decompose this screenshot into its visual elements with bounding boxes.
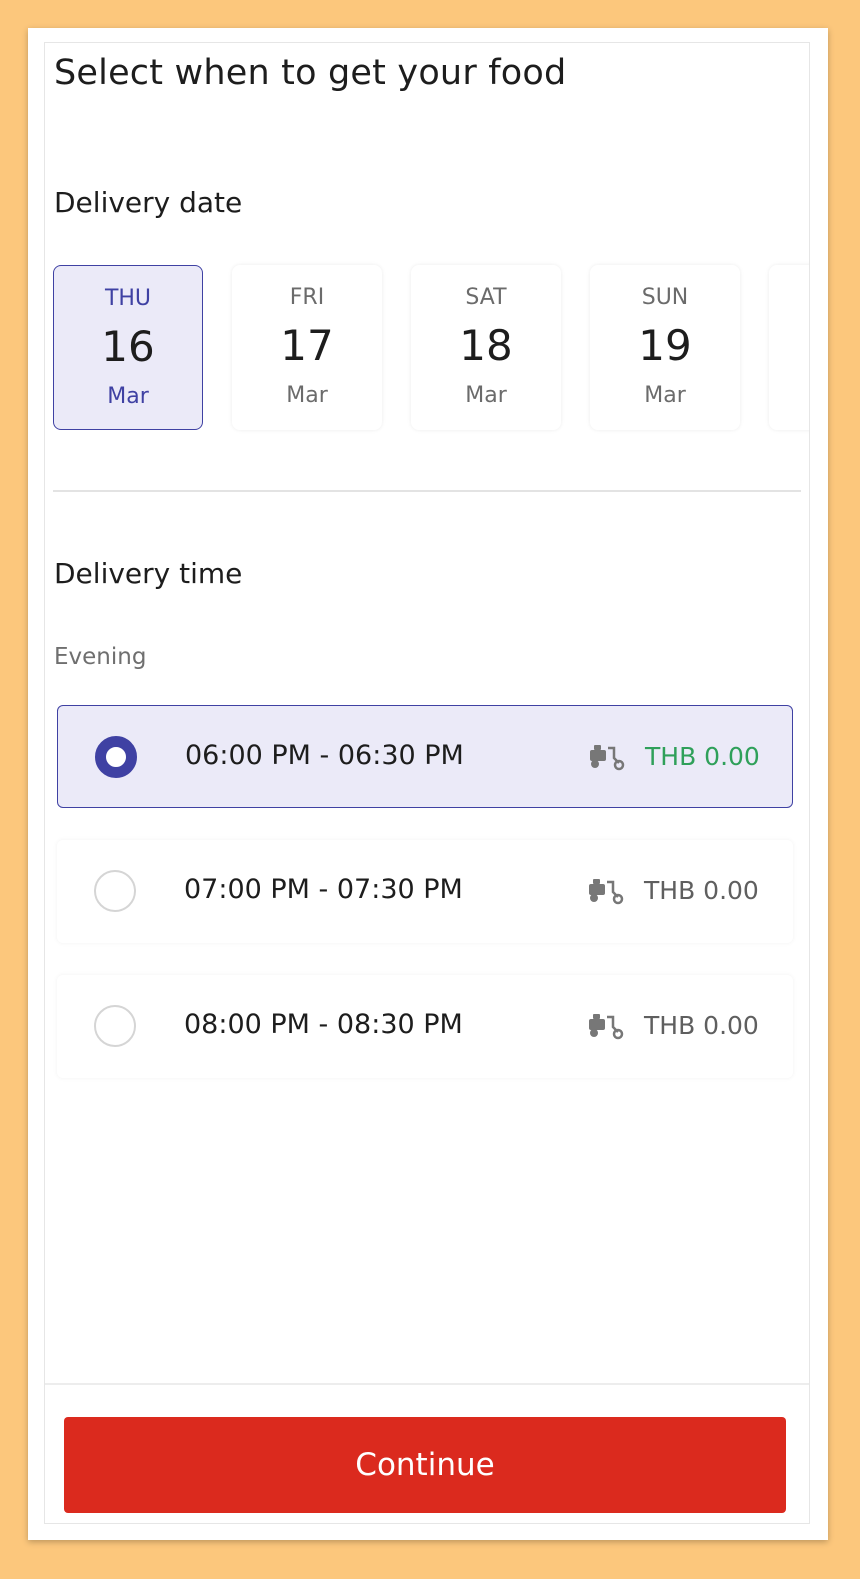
delivery-scheduler-screen: Select when to get your food Delivery da…: [44, 42, 810, 1524]
date-day: 19: [638, 321, 692, 370]
section-divider: [53, 490, 801, 492]
footer-divider: [45, 1383, 809, 1385]
slot-delivery-fee: THB 0.00: [645, 742, 760, 771]
date-picker-row: THU 16 Mar FRI 17 Mar SAT 18 Mar SUN 19 …: [53, 265, 809, 433]
date-weekday: SUN: [641, 285, 689, 310]
date-month: Mar: [465, 383, 507, 408]
moped-icon: [589, 1014, 624, 1040]
slot-time: 07:00 PM - 07:30 PM: [184, 874, 463, 905]
date-month: Mar: [644, 383, 686, 408]
slot-delivery-fee: THB 0.00: [644, 876, 759, 905]
date-month: Mar: [286, 383, 328, 408]
time-slot-0700pm[interactable]: 07:00 PM - 07:30 PM THB 0.00: [57, 840, 793, 943]
date-card-sat-18[interactable]: SAT 18 Mar: [411, 265, 561, 430]
slot-time: 08:00 PM - 08:30 PM: [184, 1009, 463, 1040]
date-day: 17: [280, 321, 334, 370]
date-weekday: SAT: [465, 285, 507, 310]
moped-icon: [589, 879, 624, 905]
time-period-label: Evening: [54, 644, 147, 670]
delivery-date-label: Delivery date: [54, 186, 243, 219]
date-card-sun-19[interactable]: SUN 19 Mar: [590, 265, 740, 430]
radio-button-selected[interactable]: [95, 736, 137, 778]
page-title: Select when to get your food: [54, 53, 567, 93]
delivery-time-label: Delivery time: [54, 557, 243, 590]
time-slot-0800pm[interactable]: 08:00 PM - 08:30 PM THB 0.00: [57, 975, 793, 1078]
slot-delivery-fee: THB 0.00: [644, 1011, 759, 1040]
date-card-fri-17[interactable]: FRI 17 Mar: [232, 265, 382, 430]
date-weekday: THU: [104, 286, 152, 311]
date-card-thu-16[interactable]: THU 16 Mar: [53, 265, 203, 430]
date-month: Mar: [107, 384, 149, 409]
date-card-next-partial[interactable]: [769, 265, 809, 430]
moped-icon: [590, 745, 625, 771]
date-weekday: FRI: [289, 285, 325, 310]
radio-button[interactable]: [94, 870, 136, 912]
radio-button[interactable]: [94, 1005, 136, 1047]
date-day: 16: [101, 322, 155, 371]
date-day: 18: [459, 321, 513, 370]
time-slot-0600pm[interactable]: 06:00 PM - 06:30 PM THB 0.00: [57, 705, 793, 808]
slot-time: 06:00 PM - 06:30 PM: [185, 740, 464, 771]
continue-button[interactable]: Continue: [64, 1417, 786, 1513]
